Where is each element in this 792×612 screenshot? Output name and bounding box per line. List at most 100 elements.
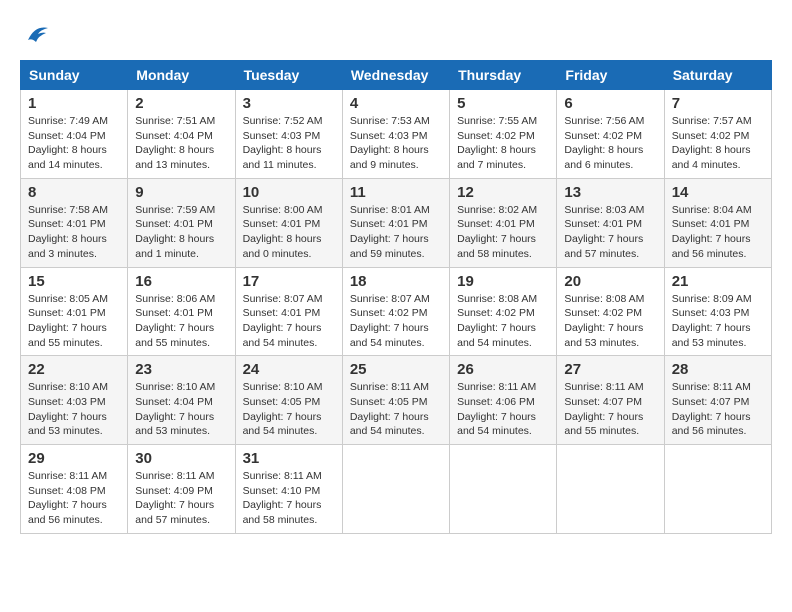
day-number: 27 (564, 361, 656, 378)
logo-icon (20, 20, 50, 50)
calendar-cell: 8 Sunrise: 7:58 AMSunset: 4:01 PMDayligh… (21, 178, 128, 267)
calendar-header-row: SundayMondayTuesdayWednesdayThursdayFrid… (21, 61, 772, 90)
day-number: 11 (350, 184, 442, 201)
calendar-cell: 19 Sunrise: 8:08 AMSunset: 4:02 PMDaylig… (450, 267, 557, 356)
day-number: 9 (135, 184, 227, 201)
header-saturday: Saturday (664, 61, 771, 90)
day-info: Sunrise: 8:08 AMSunset: 4:02 PMDaylight:… (564, 292, 656, 351)
calendar-cell: 15 Sunrise: 8:05 AMSunset: 4:01 PMDaylig… (21, 267, 128, 356)
day-number: 7 (672, 95, 764, 112)
calendar-cell: 5 Sunrise: 7:55 AMSunset: 4:02 PMDayligh… (450, 90, 557, 179)
calendar-cell: 26 Sunrise: 8:11 AMSunset: 4:06 PMDaylig… (450, 356, 557, 445)
day-number: 1 (28, 95, 120, 112)
day-info: Sunrise: 7:58 AMSunset: 4:01 PMDaylight:… (28, 203, 120, 262)
calendar-cell: 30 Sunrise: 8:11 AMSunset: 4:09 PMDaylig… (128, 445, 235, 534)
calendar-week-5: 29 Sunrise: 8:11 AMSunset: 4:08 PMDaylig… (21, 445, 772, 534)
day-info: Sunrise: 8:07 AMSunset: 4:02 PMDaylight:… (350, 292, 442, 351)
day-info: Sunrise: 8:00 AMSunset: 4:01 PMDaylight:… (243, 203, 335, 262)
calendar-table: SundayMondayTuesdayWednesdayThursdayFrid… (20, 60, 772, 534)
header-friday: Friday (557, 61, 664, 90)
calendar-cell: 27 Sunrise: 8:11 AMSunset: 4:07 PMDaylig… (557, 356, 664, 445)
calendar-cell: 13 Sunrise: 8:03 AMSunset: 4:01 PMDaylig… (557, 178, 664, 267)
day-info: Sunrise: 8:10 AMSunset: 4:03 PMDaylight:… (28, 380, 120, 439)
day-number: 30 (135, 450, 227, 467)
calendar-week-1: 1 Sunrise: 7:49 AMSunset: 4:04 PMDayligh… (21, 90, 772, 179)
day-info: Sunrise: 7:52 AMSunset: 4:03 PMDaylight:… (243, 114, 335, 173)
calendar-cell: 16 Sunrise: 8:06 AMSunset: 4:01 PMDaylig… (128, 267, 235, 356)
day-number: 28 (672, 361, 764, 378)
calendar-cell: 7 Sunrise: 7:57 AMSunset: 4:02 PMDayligh… (664, 90, 771, 179)
header-monday: Monday (128, 61, 235, 90)
calendar-cell (557, 445, 664, 534)
calendar-cell: 4 Sunrise: 7:53 AMSunset: 4:03 PMDayligh… (342, 90, 449, 179)
calendar-cell: 17 Sunrise: 8:07 AMSunset: 4:01 PMDaylig… (235, 267, 342, 356)
calendar-cell: 20 Sunrise: 8:08 AMSunset: 4:02 PMDaylig… (557, 267, 664, 356)
day-number: 12 (457, 184, 549, 201)
calendar-cell: 25 Sunrise: 8:11 AMSunset: 4:05 PMDaylig… (342, 356, 449, 445)
calendar-cell: 12 Sunrise: 8:02 AMSunset: 4:01 PMDaylig… (450, 178, 557, 267)
calendar-week-4: 22 Sunrise: 8:10 AMSunset: 4:03 PMDaylig… (21, 356, 772, 445)
calendar-week-2: 8 Sunrise: 7:58 AMSunset: 4:01 PMDayligh… (21, 178, 772, 267)
day-info: Sunrise: 7:59 AMSunset: 4:01 PMDaylight:… (135, 203, 227, 262)
calendar-cell: 23 Sunrise: 8:10 AMSunset: 4:04 PMDaylig… (128, 356, 235, 445)
day-number: 6 (564, 95, 656, 112)
calendar-cell (664, 445, 771, 534)
logo (20, 20, 54, 50)
calendar-cell: 14 Sunrise: 8:04 AMSunset: 4:01 PMDaylig… (664, 178, 771, 267)
day-info: Sunrise: 8:10 AMSunset: 4:05 PMDaylight:… (243, 380, 335, 439)
day-info: Sunrise: 8:04 AMSunset: 4:01 PMDaylight:… (672, 203, 764, 262)
calendar-cell: 10 Sunrise: 8:00 AMSunset: 4:01 PMDaylig… (235, 178, 342, 267)
calendar-cell: 29 Sunrise: 8:11 AMSunset: 4:08 PMDaylig… (21, 445, 128, 534)
day-info: Sunrise: 8:05 AMSunset: 4:01 PMDaylight:… (28, 292, 120, 351)
day-number: 5 (457, 95, 549, 112)
day-info: Sunrise: 8:06 AMSunset: 4:01 PMDaylight:… (135, 292, 227, 351)
day-info: Sunrise: 7:56 AMSunset: 4:02 PMDaylight:… (564, 114, 656, 173)
day-number: 31 (243, 450, 335, 467)
day-number: 16 (135, 273, 227, 290)
day-info: Sunrise: 8:10 AMSunset: 4:04 PMDaylight:… (135, 380, 227, 439)
day-number: 2 (135, 95, 227, 112)
calendar-cell: 2 Sunrise: 7:51 AMSunset: 4:04 PMDayligh… (128, 90, 235, 179)
calendar-cell: 11 Sunrise: 8:01 AMSunset: 4:01 PMDaylig… (342, 178, 449, 267)
day-number: 20 (564, 273, 656, 290)
day-number: 10 (243, 184, 335, 201)
day-number: 4 (350, 95, 442, 112)
day-info: Sunrise: 8:11 AMSunset: 4:07 PMDaylight:… (672, 380, 764, 439)
calendar-cell: 6 Sunrise: 7:56 AMSunset: 4:02 PMDayligh… (557, 90, 664, 179)
calendar-cell: 3 Sunrise: 7:52 AMSunset: 4:03 PMDayligh… (235, 90, 342, 179)
calendar-cell: 24 Sunrise: 8:10 AMSunset: 4:05 PMDaylig… (235, 356, 342, 445)
calendar-cell: 22 Sunrise: 8:10 AMSunset: 4:03 PMDaylig… (21, 356, 128, 445)
day-number: 23 (135, 361, 227, 378)
calendar-cell: 31 Sunrise: 8:11 AMSunset: 4:10 PMDaylig… (235, 445, 342, 534)
day-number: 13 (564, 184, 656, 201)
header-sunday: Sunday (21, 61, 128, 90)
calendar-cell: 21 Sunrise: 8:09 AMSunset: 4:03 PMDaylig… (664, 267, 771, 356)
day-number: 25 (350, 361, 442, 378)
day-info: Sunrise: 8:01 AMSunset: 4:01 PMDaylight:… (350, 203, 442, 262)
calendar-cell: 9 Sunrise: 7:59 AMSunset: 4:01 PMDayligh… (128, 178, 235, 267)
day-info: Sunrise: 8:08 AMSunset: 4:02 PMDaylight:… (457, 292, 549, 351)
day-number: 14 (672, 184, 764, 201)
day-number: 29 (28, 450, 120, 467)
day-info: Sunrise: 7:57 AMSunset: 4:02 PMDaylight:… (672, 114, 764, 173)
header-wednesday: Wednesday (342, 61, 449, 90)
day-info: Sunrise: 8:07 AMSunset: 4:01 PMDaylight:… (243, 292, 335, 351)
day-info: Sunrise: 8:11 AMSunset: 4:07 PMDaylight:… (564, 380, 656, 439)
day-number: 3 (243, 95, 335, 112)
day-number: 22 (28, 361, 120, 378)
day-number: 21 (672, 273, 764, 290)
calendar-cell: 1 Sunrise: 7:49 AMSunset: 4:04 PMDayligh… (21, 90, 128, 179)
header-tuesday: Tuesday (235, 61, 342, 90)
day-number: 26 (457, 361, 549, 378)
calendar-cell: 18 Sunrise: 8:07 AMSunset: 4:02 PMDaylig… (342, 267, 449, 356)
header (20, 20, 772, 50)
day-info: Sunrise: 8:03 AMSunset: 4:01 PMDaylight:… (564, 203, 656, 262)
day-info: Sunrise: 8:11 AMSunset: 4:06 PMDaylight:… (457, 380, 549, 439)
calendar-week-3: 15 Sunrise: 8:05 AMSunset: 4:01 PMDaylig… (21, 267, 772, 356)
day-info: Sunrise: 8:02 AMSunset: 4:01 PMDaylight:… (457, 203, 549, 262)
day-info: Sunrise: 8:11 AMSunset: 4:09 PMDaylight:… (135, 469, 227, 528)
day-number: 15 (28, 273, 120, 290)
day-number: 19 (457, 273, 549, 290)
day-info: Sunrise: 7:49 AMSunset: 4:04 PMDaylight:… (28, 114, 120, 173)
day-number: 24 (243, 361, 335, 378)
